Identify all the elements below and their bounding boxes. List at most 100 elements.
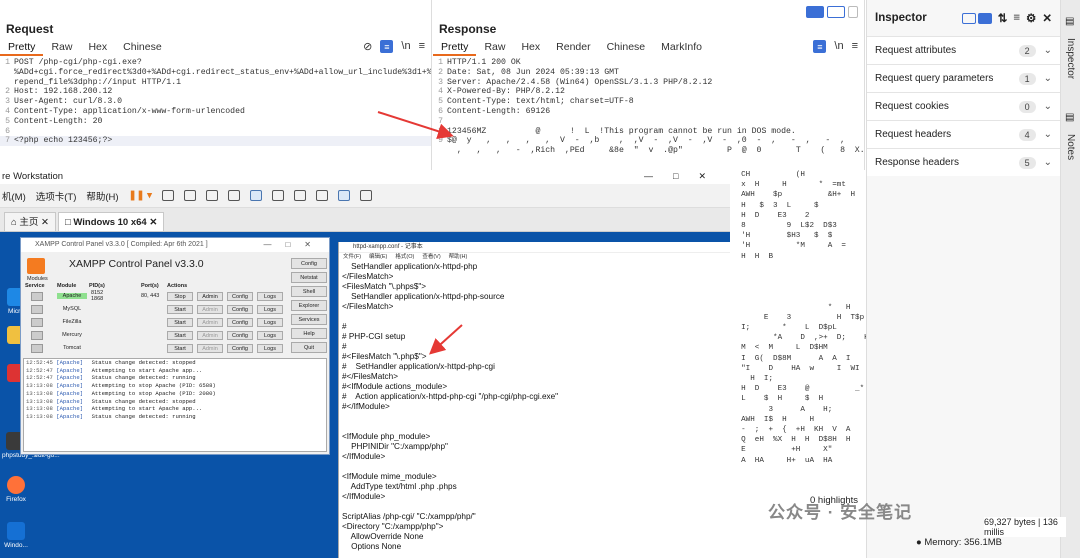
module-start-stop-button[interactable]: Start xyxy=(167,305,193,314)
module-start-stop-button[interactable]: Start xyxy=(167,344,193,353)
module-config-button[interactable]: Config xyxy=(227,318,253,327)
module-admin-button[interactable]: Admin xyxy=(197,318,223,327)
gear-icon[interactable]: ⚙ xyxy=(1026,11,1036,25)
desktop-icon-firefox[interactable]: Firefox xyxy=(3,476,29,503)
notepad-menu-item[interactable]: 文件(F) xyxy=(343,253,361,262)
inspector-row-label: Request attributes xyxy=(875,45,957,56)
menu-help[interactable]: 帮助(H) xyxy=(86,189,118,203)
xampp-window-controls[interactable]: —□✕ xyxy=(263,238,325,252)
desktop-icon-windows[interactable]: Windo... xyxy=(3,522,29,549)
tab-raw[interactable]: Raw xyxy=(476,40,513,56)
window-controls[interactable]: —□✕ xyxy=(644,171,726,182)
tab-home[interactable]: ⌂ 主页 ✕ xyxy=(4,212,57,231)
side-tab-notes[interactable]: Notes xyxy=(1065,134,1076,160)
xampp-netstat-button[interactable]: Netstat xyxy=(291,272,327,283)
menu-icon[interactable]: ≡ xyxy=(419,40,425,53)
layout-split-icon[interactable] xyxy=(806,6,824,18)
view-thumbnail-icon[interactable] xyxy=(271,190,284,201)
module-admin-button[interactable]: Admin xyxy=(197,292,223,301)
wrap-lines-icon[interactable]: ≡ xyxy=(813,40,827,53)
snapshot-manager-icon[interactable] xyxy=(227,190,240,201)
fullscreen-icon[interactable] xyxy=(293,190,306,201)
close-icon[interactable]: ✕ xyxy=(1042,11,1052,25)
xampp-explorer-button[interactable]: Explorer xyxy=(291,300,327,311)
menu-tabs[interactable]: 选项卡(T) xyxy=(36,189,77,203)
module-start-stop-button[interactable]: Start xyxy=(167,318,193,327)
newline-icon[interactable]: \n xyxy=(401,40,410,53)
notepad-menu-item[interactable]: 查看(V) xyxy=(422,253,440,262)
module-logs-button[interactable]: Logs xyxy=(257,318,283,327)
service-checkbox[interactable] xyxy=(31,292,43,301)
layout-horizontal-icon[interactable] xyxy=(827,6,845,18)
tab-hex[interactable]: Hex xyxy=(513,40,548,56)
module-config-button[interactable]: Config xyxy=(227,331,253,340)
xampp-quit-button[interactable]: Quit xyxy=(291,342,327,353)
chevron-down-icon: ⌄ xyxy=(1043,101,1052,112)
newline-icon[interactable]: \n xyxy=(834,40,843,53)
tab-markinfo[interactable]: MarkInfo xyxy=(653,40,710,56)
memory-label: Memory: 356.1MB xyxy=(924,537,1003,548)
vmware-title: re Workstation xyxy=(0,170,730,184)
module-config-button[interactable]: Config xyxy=(227,292,253,301)
module-logs-button[interactable]: Logs xyxy=(257,331,283,340)
stretch-icon[interactable] xyxy=(359,190,372,201)
tab-raw[interactable]: Raw xyxy=(43,40,80,56)
notes-tab-icon[interactable]: ▤ xyxy=(1065,112,1074,123)
notepad-menu-item[interactable]: 格式(O) xyxy=(395,253,414,262)
notepad-menu-item[interactable]: 帮助(H) xyxy=(449,253,468,262)
hide-nonprint-icon[interactable]: ⊘ xyxy=(363,40,372,53)
xampp-services-button[interactable]: Services xyxy=(291,314,327,325)
console-icon[interactable] xyxy=(337,190,350,201)
revert-snapshot-icon[interactable] xyxy=(205,190,218,201)
wrap-lines-icon[interactable]: ≡ xyxy=(380,40,394,53)
menu-icon[interactable]: ≡ xyxy=(852,40,858,53)
module-logs-button[interactable]: Logs xyxy=(257,305,283,314)
module-config-button[interactable]: Config xyxy=(227,305,253,314)
notepad-text[interactable]: SetHandler application/x-httpd-php </Fil… xyxy=(339,262,730,554)
xampp-shell-button[interactable]: Shell xyxy=(291,286,327,297)
snapshot-icon[interactable] xyxy=(183,190,196,201)
side-tab-inspector[interactable]: Inspector xyxy=(1065,38,1076,79)
send-ctrl-alt-del-icon[interactable] xyxy=(161,190,174,201)
layout-single-icon[interactable] xyxy=(848,6,858,18)
notepad-menu-item[interactable]: 编辑(E) xyxy=(369,253,387,262)
xampp-help-button[interactable]: Help xyxy=(291,328,327,339)
module-admin-button[interactable]: Admin xyxy=(197,331,223,340)
module-logs-button[interactable]: Logs xyxy=(257,292,283,301)
xampp-log[interactable]: 12:52:45 [Apache] Status change detected… xyxy=(23,358,327,452)
tab-hex[interactable]: Hex xyxy=(80,40,115,56)
module-admin-button[interactable]: Admin xyxy=(197,344,223,353)
module-logs-button[interactable]: Logs xyxy=(257,344,283,353)
view-library-icon[interactable] xyxy=(249,190,262,201)
module-admin-button[interactable]: Admin xyxy=(197,305,223,314)
inspector-row[interactable]: Request query parameters 1 ⌄ xyxy=(867,64,1060,92)
inspector-layout-toggle[interactable] xyxy=(961,12,992,24)
request-editor[interactable]: 1 POST /php-cgi/php-cgi.exe? %ADd+cgi.forc… xyxy=(0,58,431,170)
xampp-config-button[interactable]: Config xyxy=(291,258,327,269)
tab-pretty[interactable]: Pretty xyxy=(0,40,44,56)
collapse-icon[interactable]: ≡ xyxy=(1013,12,1020,24)
inspector-row[interactable]: Request headers 4 ⌄ xyxy=(867,120,1060,148)
notepad-title: httpd-xampp.conf - 记事本 xyxy=(339,242,730,253)
response-editor[interactable]: 1 HTTP/1.1 200 OK 2 Date: Sat, 08 Jun 2024 … xyxy=(433,58,864,170)
tab-chinese[interactable]: Chinese xyxy=(115,40,170,56)
sort-icon[interactable]: ⇅ xyxy=(998,11,1008,25)
tab-windows10[interactable]: □ Windows 10 x64 ✕ xyxy=(58,212,165,231)
module-start-stop-button[interactable]: Start xyxy=(167,331,193,340)
tab-pretty[interactable]: Pretty xyxy=(433,40,477,56)
menu-vm[interactable]: 机(M) xyxy=(2,189,26,203)
service-checkbox[interactable] xyxy=(31,344,43,353)
unity-icon[interactable] xyxy=(315,190,328,201)
inspector-tab-icon[interactable]: ▤ xyxy=(1065,16,1074,27)
service-checkbox[interactable] xyxy=(31,305,43,314)
module-config-button[interactable]: Config xyxy=(227,344,253,353)
inspector-row[interactable]: Request cookies 0 ⌄ xyxy=(867,92,1060,120)
inspector-row[interactable]: Response headers 5 ⌄ xyxy=(867,148,1060,176)
pause-icon[interactable]: ❚❚ ▾ xyxy=(129,190,152,201)
tab-chinese[interactable]: Chinese xyxy=(599,40,654,56)
module-start-stop-button[interactable]: Stop xyxy=(167,292,193,301)
tab-render[interactable]: Render xyxy=(548,40,598,56)
service-checkbox[interactable] xyxy=(31,331,43,340)
inspector-row[interactable]: Request attributes 2 ⌄ xyxy=(867,36,1060,64)
service-checkbox[interactable] xyxy=(31,318,43,327)
